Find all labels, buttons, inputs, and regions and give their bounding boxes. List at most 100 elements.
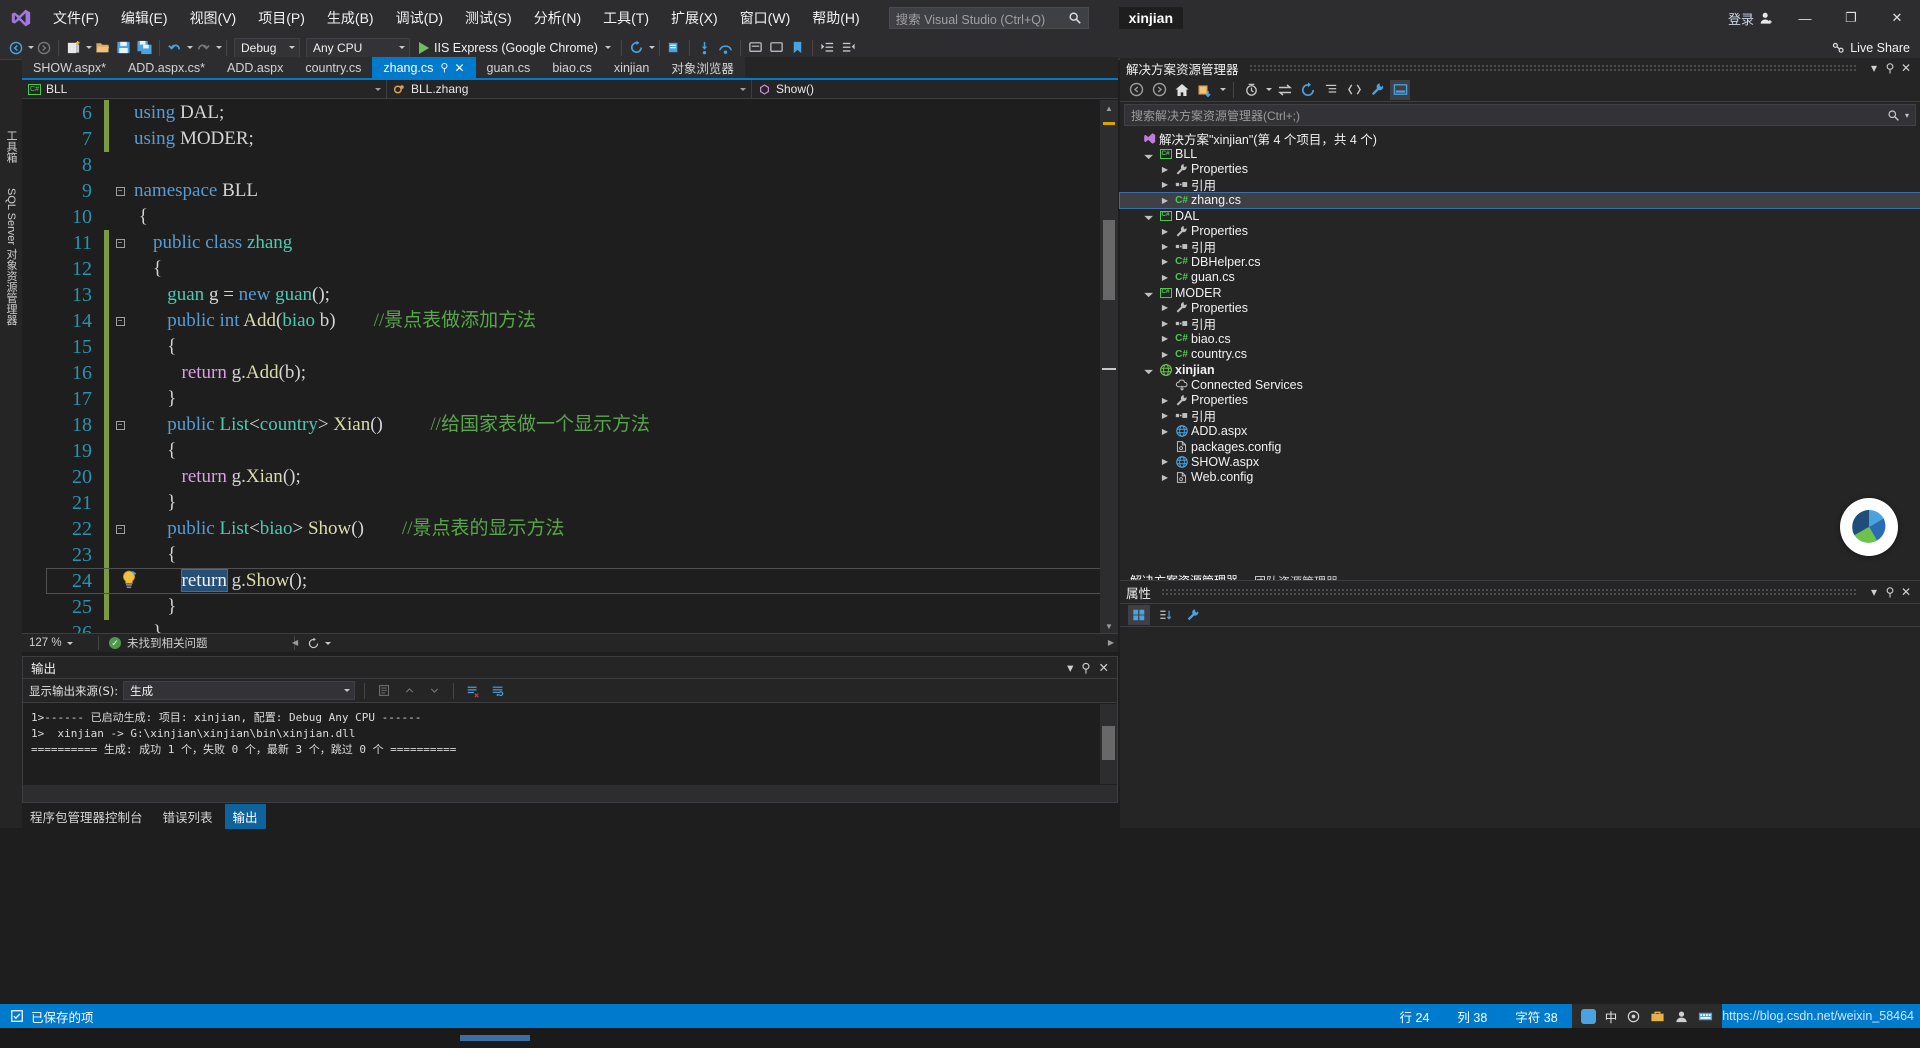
expand-arrow-icon[interactable]: ▶ [1158, 427, 1172, 436]
code-line[interactable]: 23 { [22, 542, 650, 568]
quick-search-input[interactable]: 搜索 Visual Studio (Ctrl+Q) [888, 7, 1089, 29]
sql-server-object-explorer-tab[interactable]: SQL Server 对象资源管理器 [0, 180, 22, 333]
editor-zoom-select[interactable]: 127 % [22, 637, 98, 649]
expand-arrow-icon[interactable]: ▶ [1158, 319, 1172, 328]
clear-all-button[interactable] [463, 680, 483, 702]
menu-build[interactable]: 生成(B) [316, 0, 385, 36]
menu-help[interactable]: 帮助(H) [801, 0, 870, 36]
menu-project[interactable]: 项目(P) [247, 0, 316, 36]
refresh-button[interactable] [1298, 80, 1318, 100]
tab-biao-cs[interactable]: biao.cs [541, 57, 603, 78]
hot-reload-button[interactable] [626, 37, 647, 59]
tree-item[interactable]: ▶ Properties [1120, 393, 1920, 408]
expand-arrow-icon[interactable]: ▶ [1158, 457, 1172, 466]
go-to-previous-message-button[interactable] [399, 680, 419, 702]
panel-drag-grip[interactable] [1161, 588, 1856, 596]
pending-changes-button[interactable] [1241, 80, 1261, 100]
alphabetical-view-button[interactable] [1155, 605, 1177, 625]
categorized-view-button[interactable] [1128, 605, 1150, 625]
tree-item[interactable]: Connected Services [1120, 377, 1920, 392]
output-source-select[interactable]: 生成 [123, 681, 356, 700]
search-options-caret-icon[interactable]: ▾ [1905, 111, 1909, 120]
tree-item[interactable]: ◢ C# DAL [1120, 208, 1920, 223]
tab-add-aspx[interactable]: ADD.aspx [216, 57, 295, 78]
restore-button[interactable]: ❐ [1828, 0, 1874, 36]
editor-horizontal-scrollbar[interactable]: ◀ ▶ [288, 633, 1118, 652]
code-line[interactable]: 10 { [22, 204, 650, 230]
comment-lines-button[interactable] [745, 37, 766, 59]
menu-tools[interactable]: 工具(T) [592, 0, 660, 36]
code-line[interactable]: 15 { [22, 334, 650, 360]
pin-tab-icon[interactable]: ⚲ [440, 61, 448, 74]
undo-button[interactable] [164, 37, 185, 59]
panel-close-icon[interactable]: ✕ [1898, 585, 1914, 599]
preview-selected-items-button[interactable] [1390, 79, 1410, 100]
new-project-button[interactable] [63, 37, 84, 59]
tab-object-browser[interactable]: 对象浏览器 [660, 57, 745, 78]
menu-edit[interactable]: 编辑(E) [110, 0, 179, 36]
code-line[interactable]: 17 } [22, 386, 650, 412]
code-line[interactable]: 25 } [22, 594, 650, 620]
panel-close-icon[interactable]: ✕ [1898, 61, 1914, 75]
tab-error-list[interactable]: 错误列表 [155, 804, 221, 829]
filter-caret-icon[interactable] [1220, 88, 1226, 91]
tree-item[interactable]: ▶ C# zhang.cs [1119, 191, 1920, 209]
fold-toggle-icon[interactable]: − [112, 420, 128, 430]
properties-wrench-button[interactable] [1182, 605, 1204, 625]
output-vertical-scrollbar[interactable] [1100, 704, 1117, 784]
menu-test[interactable]: 测试(S) [454, 0, 523, 36]
tab-xinjian[interactable]: xinjian [602, 57, 661, 78]
expand-arrow-icon[interactable]: ▶ [1158, 334, 1172, 343]
tree-item[interactable]: ▶ C# guan.cs [1120, 270, 1920, 285]
code-line[interactable]: 9 − namespace BLL [22, 178, 650, 204]
expand-arrow-icon[interactable]: ▶ [1158, 273, 1172, 282]
solution-tree[interactable]: 解决方案"xinjian"(第 4 个项目，共 4 个) ◢ C# BLL ▶ Prope… [1119, 128, 1920, 485]
expand-arrow-icon[interactable]: ▶ [1158, 257, 1172, 266]
code-line[interactable]: 7 using MODER; [22, 126, 650, 152]
expand-arrow-icon[interactable]: ▶ [1158, 473, 1172, 482]
ime-toolbox-icon[interactable] [1650, 1009, 1665, 1024]
tree-item[interactable]: ◢ xinjian [1120, 362, 1920, 377]
tree-item[interactable]: ▶ 引用 [1120, 316, 1920, 332]
menu-window[interactable]: 窗口(W) [729, 0, 802, 36]
fold-toggle-icon[interactable]: − [112, 524, 128, 534]
code-text-area[interactable]: 6 using DAL; 7 using MODER; 8 9− namespace BLL… [22, 100, 1118, 635]
uncomment-lines-button[interactable] [766, 37, 787, 59]
tree-item[interactable]: ◢ C# BLL [1120, 146, 1920, 161]
fold-toggle-icon[interactable]: − [112, 238, 128, 248]
redo-caret-icon[interactable] [216, 46, 222, 49]
ime-tray[interactable]: 中 [1571, 1004, 1723, 1028]
editor-vertical-scrollbar[interactable]: ▲ ▼ [1100, 100, 1118, 635]
output-horizontal-scrollbar[interactable] [23, 785, 1117, 802]
collapse-arrow-icon[interactable]: ◢ [1141, 146, 1157, 162]
code-line[interactable]: 11 − public class zhang [22, 230, 650, 256]
panel-drag-grip[interactable] [1248, 64, 1856, 72]
menu-analyze[interactable]: 分析(N) [523, 0, 592, 36]
indent-button[interactable] [817, 37, 838, 59]
code-line[interactable]: 12 { [22, 256, 650, 282]
find-message-button[interactable] [374, 680, 394, 702]
sync-with-active-document-button[interactable] [1275, 80, 1295, 100]
close-button[interactable]: ✕ [1874, 0, 1920, 36]
tab-guan-cs[interactable]: guan.cs [475, 57, 542, 78]
panel-dropdown-icon[interactable]: ▾ [1866, 61, 1882, 75]
tree-item[interactable]: ◢ C# MODER [1120, 285, 1920, 300]
tree-item[interactable]: ▶ Web.config [1120, 470, 1920, 485]
tree-item[interactable]: packages.config [1120, 439, 1920, 454]
scrollbar-thumb[interactable] [1102, 726, 1115, 760]
scrollbar-thumb[interactable] [1103, 220, 1115, 300]
panel-pin-icon[interactable]: ⚲ [1882, 61, 1898, 75]
properties-button[interactable] [1367, 80, 1387, 100]
forward-button[interactable] [1149, 80, 1169, 100]
scroll-right-icon[interactable]: ▶ [1108, 638, 1118, 647]
pending-changes-filter-button[interactable] [1195, 80, 1215, 100]
code-line[interactable]: 18 − public List<country> Xian() //给国家表做一… [22, 412, 650, 438]
code-line[interactable]: 20 return g.Xian(); [22, 464, 650, 490]
tree-item[interactable]: ▶ ADD.aspx [1120, 423, 1920, 438]
show-all-files-button[interactable] [1344, 80, 1364, 100]
fold-toggle-icon[interactable]: − [112, 186, 128, 196]
tab-country-cs[interactable]: country.cs [294, 57, 373, 78]
navigate-forward-button[interactable] [34, 37, 54, 59]
collapse-arrow-icon[interactable]: ◢ [1141, 208, 1157, 224]
expand-arrow-icon[interactable]: ▶ [1158, 411, 1172, 420]
